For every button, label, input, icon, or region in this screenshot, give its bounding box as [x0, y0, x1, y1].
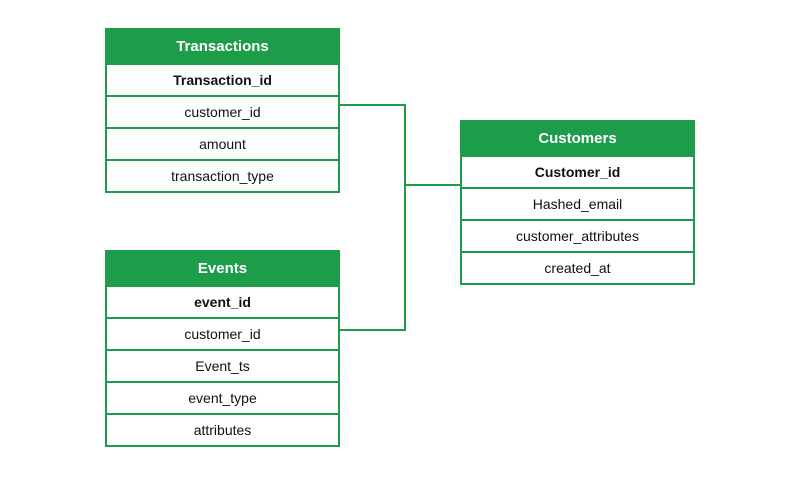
column: event_type	[107, 381, 338, 413]
rel-transactions-customers	[340, 105, 460, 185]
rel-events-customers	[340, 185, 460, 330]
column: Event_ts	[107, 349, 338, 381]
column: customer_attributes	[462, 219, 693, 251]
entity-title: Events	[107, 252, 338, 285]
entity-customers: Customers Customer_id Hashed_email custo…	[460, 120, 695, 285]
column: attributes	[107, 413, 338, 445]
column: Hashed_email	[462, 187, 693, 219]
column: created_at	[462, 251, 693, 283]
column: transaction_type	[107, 159, 338, 191]
entity-title: Customers	[462, 122, 693, 155]
column: amount	[107, 127, 338, 159]
column: customer_id	[107, 317, 338, 349]
entity-transactions: Transactions Transaction_id customer_id …	[105, 28, 340, 193]
entity-title: Transactions	[107, 30, 338, 63]
column-primary-key: Transaction_id	[107, 63, 338, 95]
column-primary-key: event_id	[107, 285, 338, 317]
column-primary-key: Customer_id	[462, 155, 693, 187]
entity-events: Events event_id customer_id Event_ts eve…	[105, 250, 340, 447]
column: customer_id	[107, 95, 338, 127]
